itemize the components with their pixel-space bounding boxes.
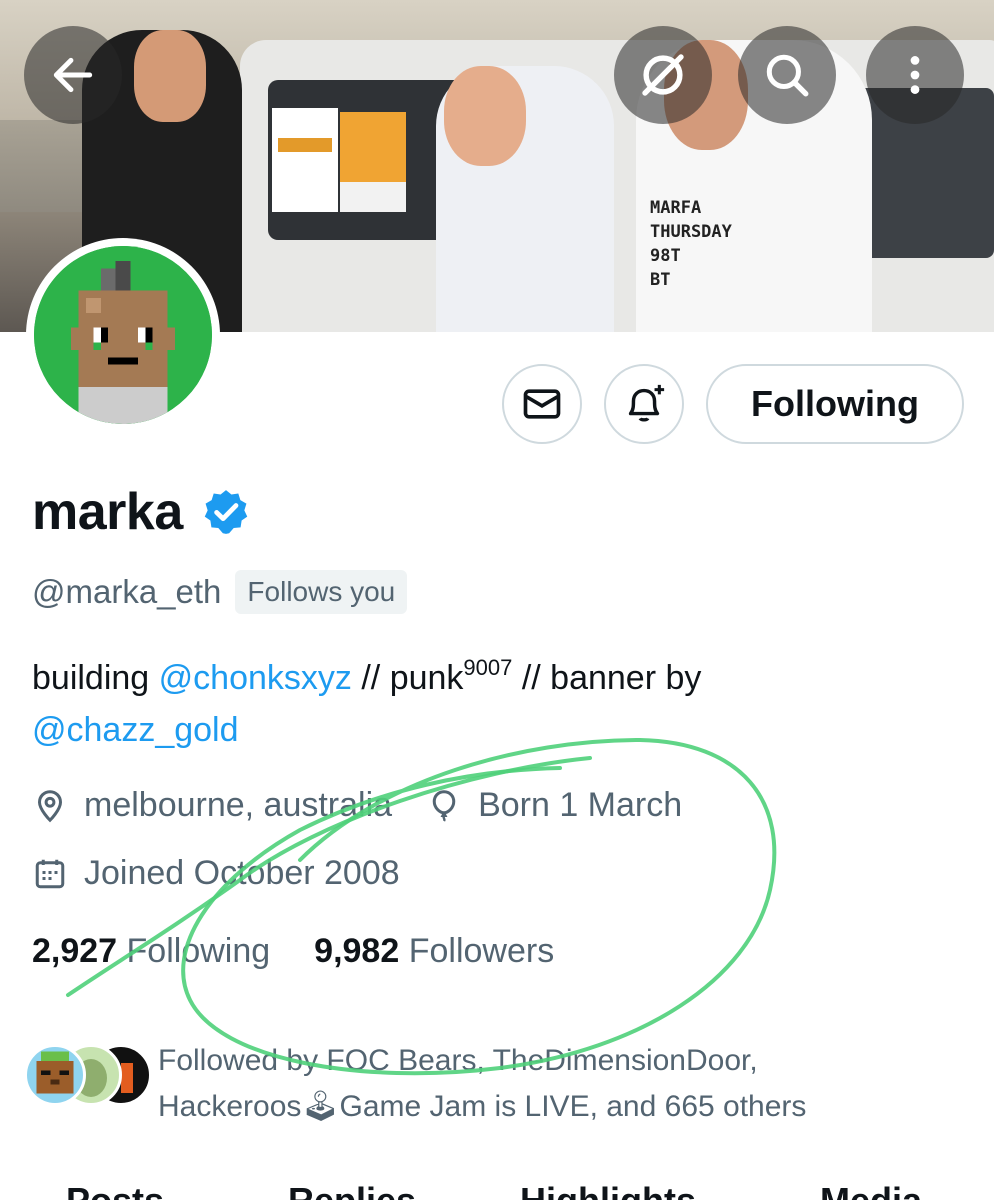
birthday: Born 1 March (426, 786, 682, 825)
search-icon (766, 54, 809, 97)
profile-tabs: Posts Replies Highlights Media (0, 1180, 994, 1200)
joined-text: Joined October 2008 (84, 854, 400, 892)
follow-stats: 2,927 Following 9,982 Followers (32, 932, 554, 971)
avatar-image (34, 246, 212, 424)
handle-row: @marka_eth Follows you (32, 570, 408, 614)
bio: building @chonksxyz // punk9007 // banne… (32, 652, 952, 756)
notify-button[interactable] (604, 364, 684, 444)
tab-highlights[interactable]: Highlights (520, 1180, 696, 1200)
banner-person (436, 66, 614, 332)
followed-by-line: Followed by FOC Bears, TheDimensionDoor, (158, 1044, 758, 1077)
profile-avatar[interactable] (26, 238, 220, 432)
location: melbourne, australia (32, 786, 392, 825)
search-button[interactable] (738, 26, 836, 124)
followers-label: Followers (399, 932, 555, 970)
location-pin-icon (37, 789, 63, 822)
following-button[interactable]: Following (706, 364, 964, 444)
banner-pixel-character (272, 108, 338, 212)
bio-text: // punk (351, 659, 464, 697)
followed-by-row[interactable]: Followed by FOC Bears, TheDimensionDoor,… (24, 1038, 958, 1130)
display-name: marka (32, 483, 183, 541)
balloon-icon (432, 789, 456, 822)
following-label: Following (117, 932, 271, 970)
bio-superscript: 9007 (463, 655, 513, 680)
bio-mention-link[interactable]: @chazz_gold (32, 711, 239, 749)
tab-media[interactable]: Media (820, 1180, 922, 1200)
mini-avatar (24, 1044, 86, 1106)
handle: @marka_eth (32, 573, 222, 610)
following-count: 2,927 (32, 932, 118, 970)
bio-text: building (32, 659, 159, 697)
calendar-icon (35, 859, 65, 888)
banner-pixel-character (340, 112, 406, 212)
grok-button[interactable] (614, 26, 712, 124)
more-vertical-icon (910, 56, 920, 94)
tab-posts[interactable]: Posts (66, 1180, 164, 1200)
follows-you-badge: Follows you (235, 570, 408, 614)
bell-plus-icon (628, 384, 665, 422)
profile-name: marka (32, 482, 251, 542)
followed-by-avatars (24, 1044, 152, 1114)
location-text: melbourne, australia (84, 786, 393, 824)
joined-row: Joined October 2008 (32, 854, 400, 893)
bio-text: // banner by (512, 659, 702, 697)
verified-badge-icon[interactable] (201, 487, 251, 537)
back-button[interactable] (24, 26, 122, 124)
following-count-link[interactable]: 2,927 Following (32, 932, 270, 971)
followers-count-link[interactable]: 9,982 Followers (314, 932, 554, 971)
profile-meta-row: melbourne, australia Born 1 March (32, 786, 682, 825)
tab-replies[interactable]: Replies (288, 1180, 416, 1200)
birthday-text: Born 1 March (478, 786, 683, 824)
back-arrow-icon (53, 57, 93, 93)
banner-shirt-text: MARFA THURSDAY 98T BT (650, 198, 732, 290)
followed-by-text[interactable]: Followed by FOC Bears, TheDimensionDoor,… (158, 1038, 958, 1130)
envelope-icon (523, 389, 561, 419)
bio-mention-link[interactable]: @chonksxyz (159, 659, 352, 697)
followers-count: 9,982 (314, 932, 400, 970)
joined: Joined October 2008 (32, 854, 400, 893)
joystick-emoji-icon: 🕹 (301, 1090, 340, 1123)
followed-by-line: Hackeroos🕹Game Jam is LIVE, and 665 othe… (158, 1090, 807, 1123)
grok-icon (642, 54, 684, 96)
more-button[interactable] (866, 26, 964, 124)
message-button[interactable] (502, 364, 582, 444)
